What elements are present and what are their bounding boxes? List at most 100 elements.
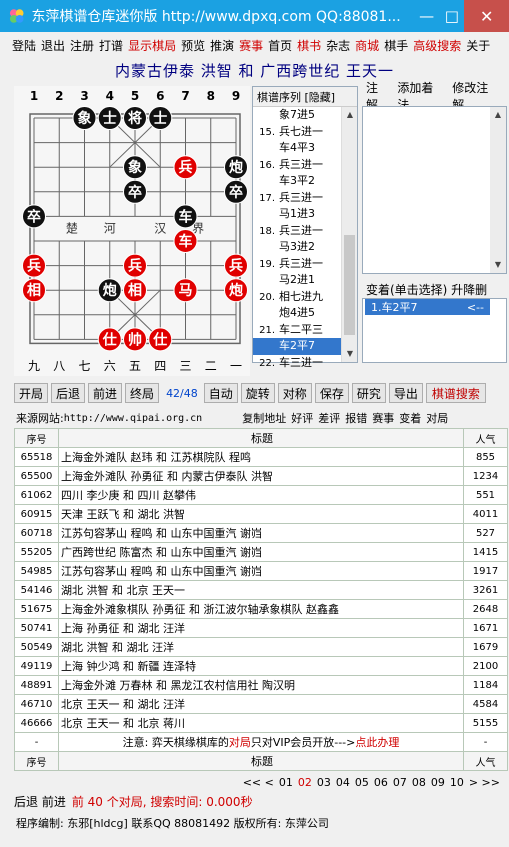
xiangqi-board[interactable]: 1 2 3 4 5 6 7 8 9九八七六五四三二一楚河汉界象士将士象兵炮卒 卒卒 车车兵兵兵相炮相… — [14, 86, 250, 376]
cell-title[interactable]: 广西跨世纪 陈富杰 和 山东中国重汽 谢岿 — [58, 542, 464, 562]
move-row[interactable]: 15. 兵七进一 — [253, 124, 341, 141]
cell-title[interactable]: 上海 钟少鸿 和 新疆 连泽特 — [58, 656, 464, 676]
variation-item[interactable]: 1.车2平7 <-- — [365, 299, 490, 315]
menu-item[interactable]: 杂志 — [326, 37, 350, 54]
pager-page[interactable]: 07 — [393, 776, 407, 789]
toolbar-button[interactable]: 终局 — [125, 383, 160, 403]
menu-item[interactable]: 退出 — [41, 37, 65, 54]
toolbar-button[interactable]: 开局 — [14, 383, 49, 403]
cell-title[interactable]: 湖北 洪智 和 北京 王天一 — [58, 580, 464, 600]
scroll-up-icon[interactable]: ▲ — [342, 107, 358, 123]
table-row[interactable]: 46710 北京 王天一 和 湖北 汪洋 4584 — [14, 694, 508, 714]
cell-title[interactable]: 江苏句容茅山 程鸣 和 山东中国重汽 谢岿 — [58, 561, 464, 581]
toolbar-button[interactable]: 导出 — [388, 383, 423, 403]
pager-next[interactable]: > >> — [469, 776, 500, 789]
table-row[interactable]: 50549 湖北 洪智 和 湖北 汪洋 1679 — [14, 637, 508, 657]
move-row[interactable]: 20. 相七进九 — [253, 289, 341, 306]
move-list-scrollbar[interactable]: ▲ ▼ — [341, 107, 357, 362]
move-row[interactable]: 19. 兵三进一 — [253, 256, 341, 273]
maximize-icon[interactable]: □ — [439, 0, 464, 32]
move-row[interactable]: 马1进3 — [253, 206, 341, 223]
toolbar-button[interactable]: 旋转 — [240, 383, 275, 403]
cell-title[interactable]: 北京 王天一 和 北京 蒋川 — [58, 713, 464, 733]
cell-title[interactable]: 上海 孙勇征 和 湖北 汪洋 — [58, 618, 464, 638]
pager-page[interactable]: 06 — [374, 776, 388, 789]
col-header-id[interactable]: 序号 — [14, 428, 59, 448]
notice-apply-link[interactable]: 点此办理 — [355, 736, 399, 749]
pager-prev[interactable]: << < — [243, 776, 274, 789]
toolbar-button[interactable]: 研究 — [351, 383, 386, 403]
menu-item[interactable]: 显示棋局 — [128, 37, 176, 54]
pager-page[interactable]: 01 — [279, 776, 293, 789]
cell-title[interactable]: 上海金外滩队 赵玮 和 江苏棋院队 程鸣 — [58, 447, 464, 467]
move-row[interactable]: 17. 兵三进一 — [253, 190, 341, 207]
table-row[interactable]: 54985 江苏句容茅山 程鸣 和 山东中国重汽 谢岿 1917 — [14, 561, 508, 581]
source-url[interactable]: http://www.qipai.org.cn — [64, 413, 202, 424]
table-row[interactable]: 51675 上海金外滩象棋队 孙勇征 和 浙江波尔轴承象棋队 赵鑫鑫 2648 — [14, 599, 508, 619]
toolbar-button[interactable]: 保存 — [314, 383, 349, 403]
scroll-down-icon[interactable]: ▼ — [490, 257, 506, 273]
source-link[interactable]: 变着 — [399, 410, 421, 426]
menu-item[interactable]: 打谱 — [99, 37, 123, 54]
pager-page[interactable]: 09 — [431, 776, 445, 789]
source-link[interactable]: 好评 — [291, 410, 313, 426]
notes-textarea[interactable]: ▲ ▼ — [362, 106, 507, 274]
table-row[interactable]: 50741 上海 孙勇征 和 湖北 汪洋 1671 — [14, 618, 508, 638]
menu-item[interactable]: 预览 — [181, 37, 205, 54]
col-header-title[interactable]: 标题 — [58, 428, 464, 448]
table-row[interactable]: 55205 广西跨世纪 陈富杰 和 山东中国重汽 谢岿 1415 — [14, 542, 508, 562]
menu-item[interactable]: 赛事 — [239, 37, 263, 54]
status-nav[interactable]: 后退 前进 — [14, 793, 66, 810]
source-link[interactable]: 赛事 — [372, 410, 394, 426]
menu-item[interactable]: 注册 — [70, 37, 94, 54]
toolbar-button[interactable]: 对称 — [277, 383, 312, 403]
cell-title[interactable]: 天津 王跃飞 和 湖北 洪智 — [58, 504, 464, 524]
toolbar-button[interactable]: 后退 — [51, 383, 86, 403]
table-row[interactable]: 65500 上海金外滩队 孙勇征 和 内蒙古伊泰队 洪智 1234 — [14, 466, 508, 486]
move-row[interactable]: 马3进2 — [253, 239, 341, 256]
scroll-up-icon[interactable]: ▲ — [490, 107, 506, 123]
table-row[interactable]: 65518 上海金外滩队 赵玮 和 江苏棋院队 程鸣 855 — [14, 447, 508, 467]
move-row[interactable]: 象7进5 — [253, 107, 341, 124]
move-row[interactable]: 炮4进5 — [253, 305, 341, 322]
move-row[interactable]: 车2平7 — [253, 338, 341, 355]
scroll-thumb[interactable] — [344, 235, 355, 335]
toolbar-button[interactable]: 自动 — [203, 383, 238, 403]
menu-item[interactable]: 登陆 — [12, 37, 36, 54]
pager-page[interactable]: 03 — [317, 776, 331, 789]
cell-title[interactable]: 上海金外滩队 孙勇征 和 内蒙古伊泰队 洪智 — [58, 466, 464, 486]
col-footer-title[interactable]: 标题 — [58, 751, 464, 771]
move-row[interactable]: 16. 兵三进一 — [253, 157, 341, 174]
move-row[interactable]: 马2进1 — [253, 272, 341, 289]
pager-page[interactable]: 10 — [450, 776, 464, 789]
notes-scrollbar[interactable]: ▲ ▼ — [490, 107, 506, 273]
scroll-down-icon[interactable]: ▼ — [342, 346, 358, 362]
source-link[interactable]: 报错 — [345, 410, 367, 426]
table-row[interactable]: 46666 北京 王天一 和 北京 蒋川 5155 — [14, 713, 508, 733]
menu-item[interactable]: 推演 — [210, 37, 234, 54]
move-row[interactable]: 车3平2 — [253, 173, 341, 190]
menu-item[interactable]: 高级搜索 — [413, 37, 461, 54]
table-row[interactable]: 60718 江苏句容茅山 程鸣 和 山东中国重汽 谢岿 527 — [14, 523, 508, 543]
table-row[interactable]: 60915 天津 王跃飞 和 湖北 洪智 4011 — [14, 504, 508, 524]
toolbar-button[interactable]: 前进 — [88, 383, 123, 403]
pager-page[interactable]: 08 — [412, 776, 426, 789]
cell-title[interactable]: 江苏句容茅山 程鸣 和 山东中国重汽 谢岿 — [58, 523, 464, 543]
cell-title[interactable]: 四川 李少庚 和 四川 赵攀伟 — [58, 485, 464, 505]
cell-title[interactable]: 上海金外滩象棋队 孙勇征 和 浙江波尔轴承象棋队 赵鑫鑫 — [58, 599, 464, 619]
cell-title[interactable]: 北京 王天一 和 湖北 汪洋 — [58, 694, 464, 714]
col-footer-id[interactable]: 序号 — [14, 751, 59, 771]
move-list-header[interactable]: 棋谱序列 [隐藏] — [253, 87, 357, 107]
move-row[interactable]: 22. 车三进一 — [253, 355, 341, 372]
move-row[interactable]: 21. 车二平三 — [253, 322, 341, 339]
col-footer-popularity[interactable]: 人气 — [463, 751, 508, 771]
menu-item[interactable]: 关于 — [466, 37, 490, 54]
source-link[interactable]: 差评 — [318, 410, 340, 426]
col-header-popularity[interactable]: 人气 — [463, 428, 508, 448]
source-link[interactable]: 复制地址 — [242, 410, 286, 426]
source-link[interactable]: 对局 — [426, 410, 448, 426]
table-row[interactable]: 54146 湖北 洪智 和 北京 王天一 3261 — [14, 580, 508, 600]
menu-item[interactable]: 商城 — [355, 37, 379, 54]
pager-page[interactable]: 02 — [298, 776, 312, 789]
pager-page[interactable]: 05 — [355, 776, 369, 789]
